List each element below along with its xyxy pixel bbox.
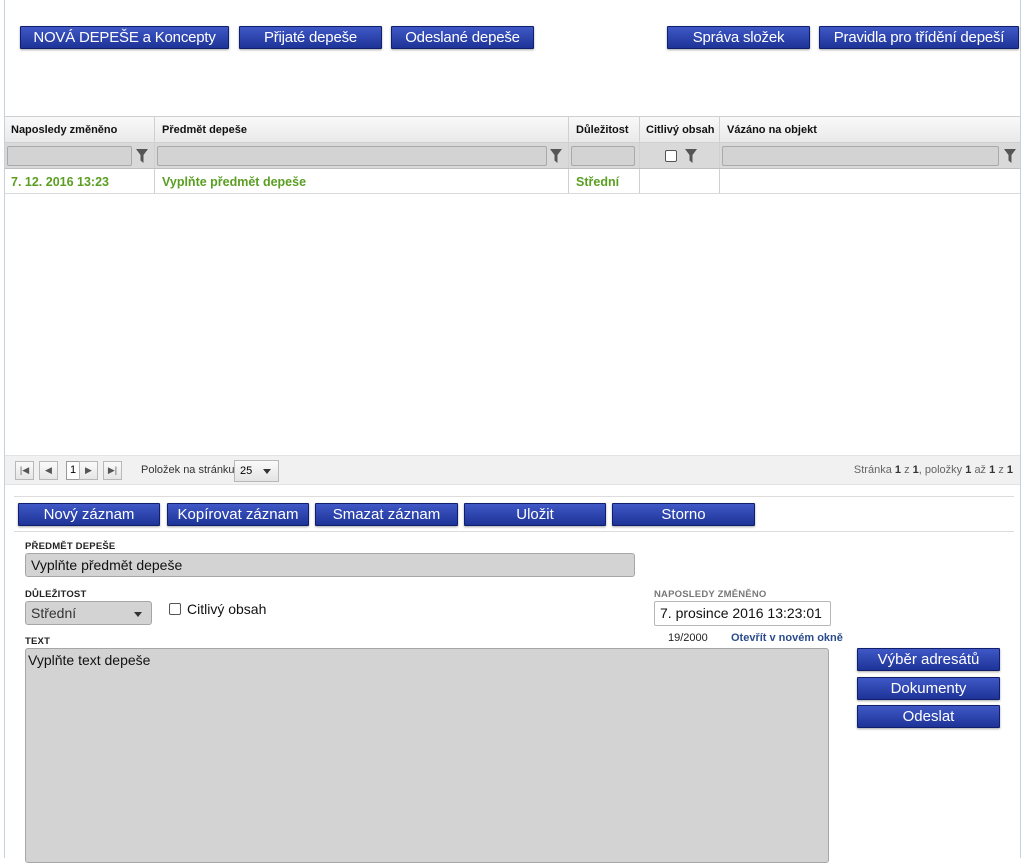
modified-label: Naposledy změněno [654, 589, 767, 600]
modified-field: 7. prosince 2016 13:23:01 [654, 601, 831, 626]
current-page-input[interactable]: 1 [66, 461, 80, 480]
last-page-icon[interactable]: ▶| [103, 461, 122, 480]
cell-subject: Vyplňte předmět depeše [162, 175, 307, 189]
chevron-down-icon [134, 612, 142, 617]
select-recipients-button[interactable]: Výběr adresátů [857, 648, 1000, 671]
delete-record-button[interactable]: Smazat záznam [315, 503, 458, 526]
filter-funnel-icon[interactable] [136, 149, 148, 163]
cell-importance: Střední [576, 175, 620, 189]
filter-importance-input[interactable] [571, 146, 635, 166]
column-header-importance[interactable]: Důležitost [576, 124, 629, 136]
filter-funnel-icon[interactable] [685, 149, 697, 163]
filter-subject-input[interactable] [157, 146, 547, 166]
text-label: Text [25, 636, 51, 647]
sensitive-label: Citlivý obsah [187, 601, 267, 617]
chevron-down-icon [263, 469, 271, 474]
save-button[interactable]: Uložit [464, 503, 606, 526]
grid-header: Naposledy změněno Předmět depeše Důležit… [5, 116, 1020, 143]
text-counter: 19/2000 [668, 632, 708, 644]
cell-modified: 7. 12. 2016 13:23 [11, 175, 109, 189]
first-page-icon[interactable]: |◀ [15, 461, 34, 480]
filter-linked-input[interactable] [722, 146, 999, 166]
per-page-label: Položek na stránku [141, 464, 235, 476]
filter-funnel-icon[interactable] [550, 149, 562, 163]
documents-button[interactable]: Dokumenty [857, 677, 1000, 700]
filter-modified-input[interactable] [7, 146, 132, 166]
new-record-button[interactable]: Nový záznam [18, 503, 160, 526]
sorting-rules-button[interactable]: Pravidla pro třídění depeší [819, 26, 1019, 49]
send-button[interactable]: Odeslat [857, 705, 1000, 728]
next-page-icon[interactable]: ▶ [79, 461, 98, 480]
column-header-subject[interactable]: Předmět depeše [162, 124, 247, 136]
folder-management-button[interactable]: Správa složek [667, 26, 810, 49]
divider [14, 496, 1014, 497]
open-new-window-link[interactable]: Otevřít v novém okně [731, 632, 843, 644]
table-row[interactable]: 7. 12. 2016 13:23 Vyplňte předmět depeše… [5, 169, 1020, 194]
page-right-border [1020, 0, 1021, 858]
sensitive-checkbox[interactable] [169, 603, 181, 615]
importance-label: Důležitost [25, 589, 87, 600]
filter-sensitive-checkbox[interactable] [665, 150, 677, 162]
per-page-value: 25 [240, 465, 253, 477]
message-text-area[interactable]: Vyplňte text depeše [25, 648, 829, 863]
subject-label: Předmět depeše [25, 541, 116, 552]
subject-input[interactable]: Vyplňte předmět depeše [25, 553, 635, 577]
grid-pager: |◀ ◀ 1 ▶ ▶| Položek na stránku 25 Stránk… [5, 455, 1020, 485]
pager-summary: Stránka 1 z 1, položky 1 až 1 z 1 [853, 464, 1013, 476]
importance-value: Střední [31, 605, 77, 621]
received-messages-button[interactable]: Přijaté depeše [239, 26, 382, 49]
copy-record-button[interactable]: Kopírovat záznam [167, 503, 309, 526]
divider [14, 531, 1014, 532]
cancel-button[interactable]: Storno [612, 503, 755, 526]
filter-funnel-icon[interactable] [1004, 149, 1016, 163]
importance-select[interactable]: Střední [25, 601, 152, 625]
sent-messages-button[interactable]: Odeslané depeše [391, 26, 534, 49]
prev-page-icon[interactable]: ◀ [39, 461, 58, 480]
grid-filter-row [5, 143, 1020, 169]
column-header-sensitive[interactable]: Citlivý obsah [646, 124, 714, 136]
column-header-linked[interactable]: Vázáno na objekt [727, 124, 817, 136]
per-page-select[interactable]: 25 [234, 460, 279, 482]
new-message-button[interactable]: NOVÁ DEPEŠE a Koncepty [20, 26, 229, 49]
column-header-modified[interactable]: Naposledy změněno [11, 124, 117, 136]
